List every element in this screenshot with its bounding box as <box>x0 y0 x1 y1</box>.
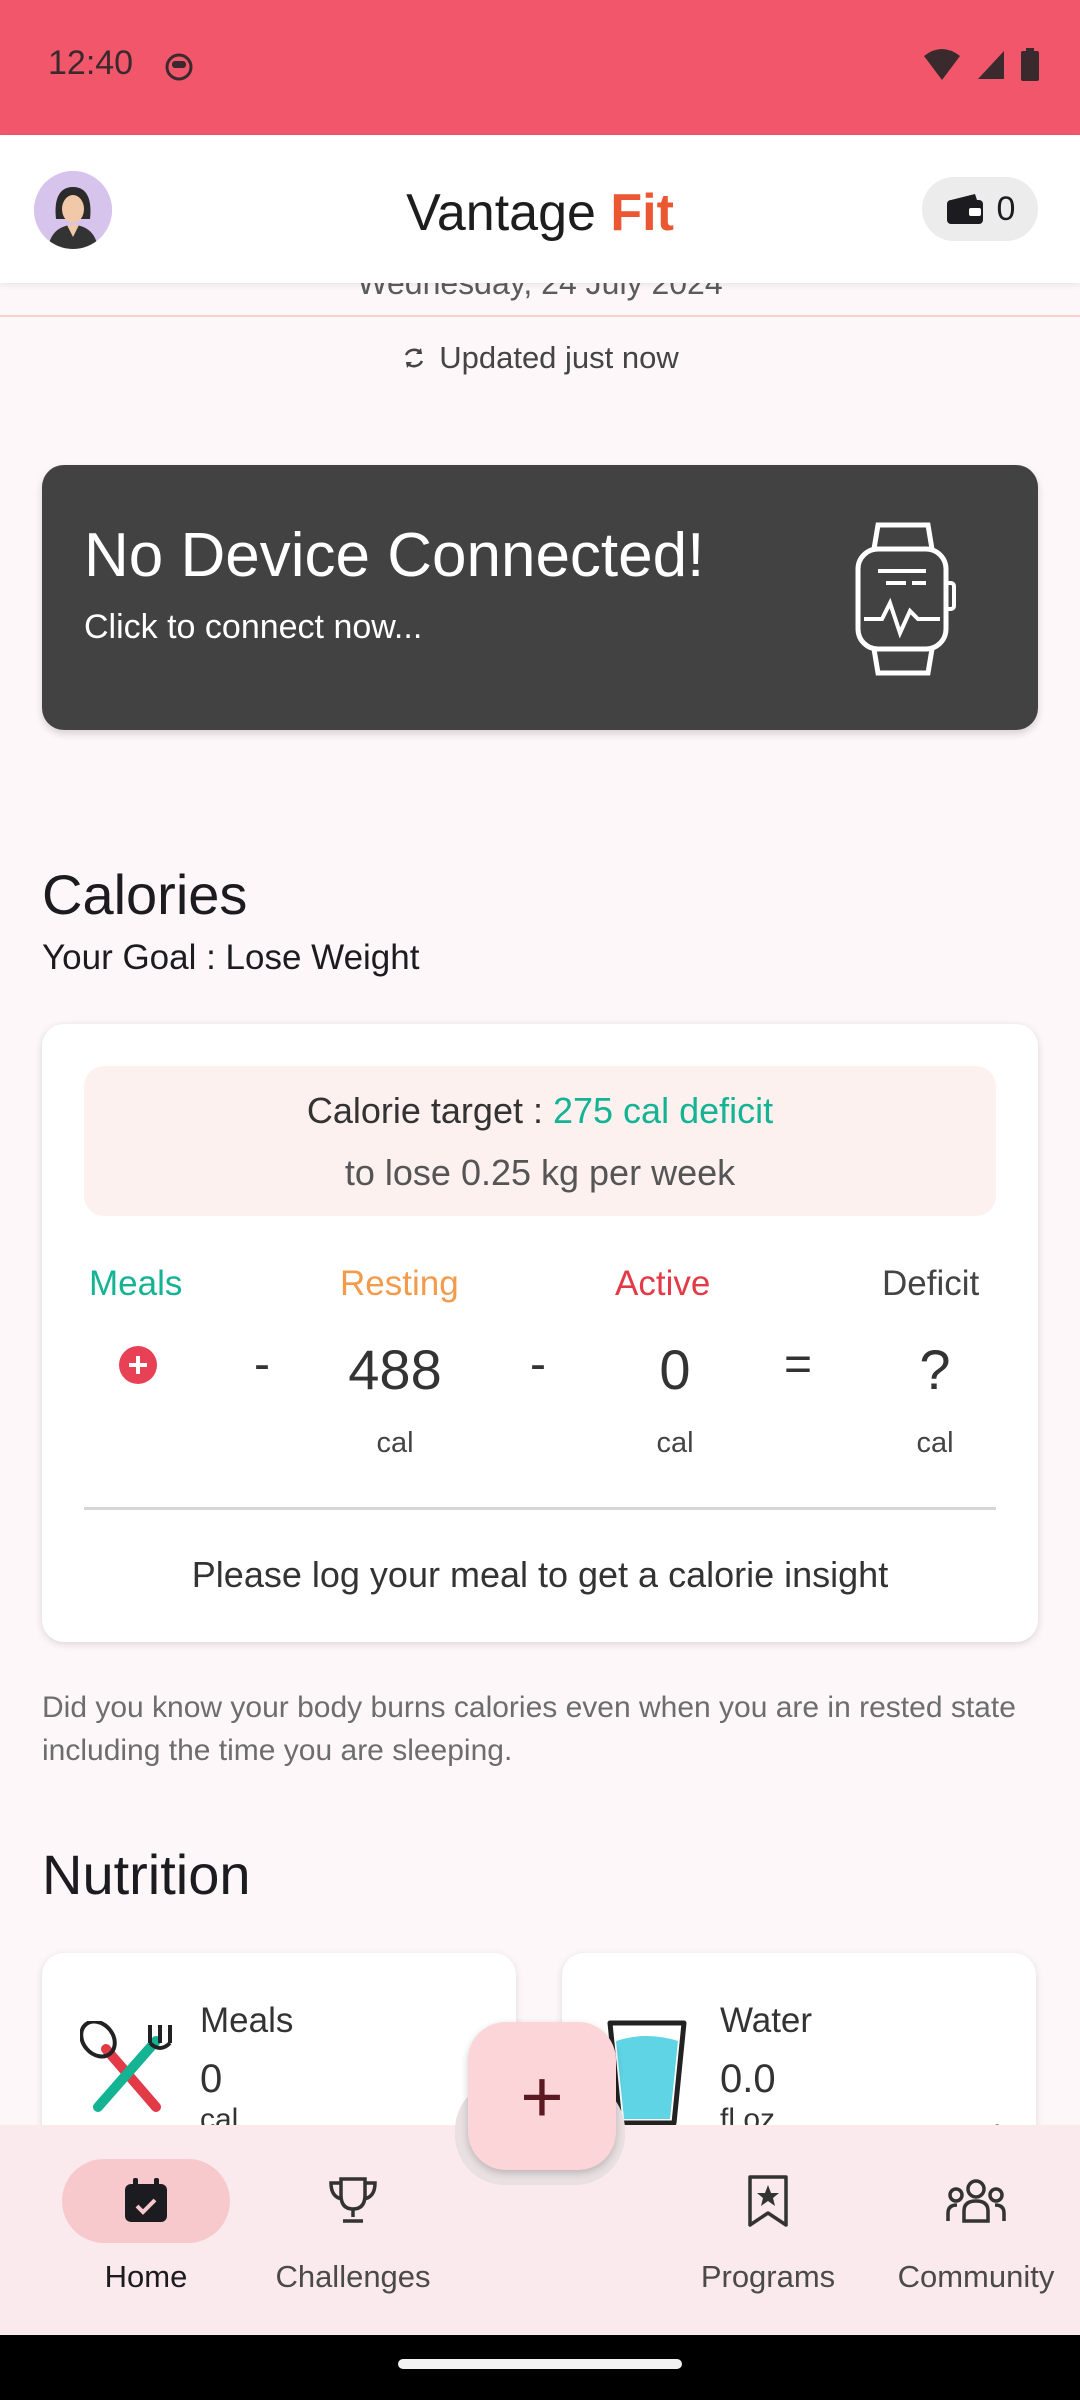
active-unit: cal <box>656 1427 694 1459</box>
water-card-value: 0.0 <box>720 2057 776 2101</box>
sync-icon <box>405 348 424 368</box>
add-meal-button[interactable] <box>118 1345 158 1390</box>
smartwatch-icon <box>855 522 956 676</box>
calorie-card[interactable]: Calorie target : 275 cal deficit to lose… <box>42 1024 1038 1642</box>
minus-operator: - <box>530 1338 546 1391</box>
deficit-unit: cal <box>916 1427 954 1459</box>
nav-challenges-indicator <box>269 2159 437 2243</box>
current-date: Wednesday, 24 July 2024 <box>357 283 723 301</box>
calorie-tip: Did you know your body burns calories ev… <box>42 1691 1016 1767</box>
calorie-target-box: Calorie target : 275 cal deficit to lose… <box>84 1066 996 1216</box>
add-circle-icon <box>119 1346 157 1384</box>
brand-accent: Fit <box>610 184 674 242</box>
nav-community-indicator <box>892 2159 1060 2243</box>
deficit-column-label: Deficit <box>882 1264 980 1303</box>
signal-icon <box>978 51 1004 79</box>
nav-community-label: Community <box>897 2259 1055 2294</box>
calorie-target-value: 275 cal deficit <box>552 1090 774 1131</box>
meals-card-label: Meals <box>200 2001 294 2040</box>
nav-challenges-label: Challenges <box>275 2259 431 2294</box>
battery-icon <box>1021 48 1039 81</box>
water-card-label: Water <box>720 2001 813 2040</box>
brand-name: Vantage <box>406 184 611 242</box>
fork-knife-icon <box>80 2021 172 2112</box>
status-time: 12:40 <box>48 44 134 82</box>
calories-title: Calories <box>42 863 248 926</box>
app-title: Vantage Fit <box>0 183 1080 243</box>
calories-goal: Your Goal : Lose Weight <box>42 938 420 977</box>
divider <box>84 1507 996 1510</box>
equals-operator: = <box>784 1338 813 1391</box>
nutrition-title: Nutrition <box>42 1843 251 1906</box>
resting-column-label: Resting <box>340 1264 459 1303</box>
nav-programs[interactable]: Programs <box>668 2125 868 2335</box>
nav-programs-label: Programs <box>700 2259 836 2294</box>
nav-home-label: Home <box>104 2259 188 2294</box>
resting-unit: cal <box>376 1427 414 1459</box>
calorie-target-subtitle: to lose 0.25 kg per week <box>344 1152 736 1193</box>
active-column-label: Active <box>615 1264 711 1303</box>
date-strip: Wednesday, 24 July 2024 <box>0 283 1080 317</box>
status-bar <box>0 0 1080 135</box>
calendar-icon <box>125 2178 167 2222</box>
calorie-insight: Please log your meal to get a calorie in… <box>191 1554 889 1595</box>
meals-column-label: Meals <box>89 1264 183 1303</box>
home-gesture-handle[interactable] <box>398 2359 682 2369</box>
app-header: Vantage Fit 0 <box>0 135 1080 283</box>
status-icons <box>922 48 1040 82</box>
nav-home[interactable]: Home <box>62 2125 230 2335</box>
device-card-subtitle: Click to connect now... <box>84 608 423 646</box>
add-fab-button[interactable]: + <box>468 2022 616 2170</box>
nav-programs-indicator <box>684 2159 852 2243</box>
active-value: 0 <box>659 1338 691 1401</box>
wallet-button[interactable]: 0 <box>922 177 1038 241</box>
deficit-value: ? <box>919 1338 951 1401</box>
calorie-target: Calorie target : 275 cal deficit <box>84 1090 996 1132</box>
bookmark-star-icon <box>748 2175 788 2227</box>
resting-value: 488 <box>348 1338 442 1401</box>
updated-text: Updated just now <box>439 340 679 375</box>
connect-device-card[interactable]: No Device Connected! Click to connect no… <box>42 465 1038 730</box>
minus-operator: - <box>254 1338 270 1391</box>
nav-community[interactable]: Community <box>880 2125 1072 2335</box>
nav-home-indicator <box>62 2159 230 2243</box>
wallet-icon <box>946 194 983 224</box>
community-icon <box>946 2179 1006 2223</box>
meals-card-value: 0 <box>200 2057 223 2101</box>
wallet-count: 0 <box>996 189 1016 228</box>
device-card-title: No Device Connected! <box>84 521 705 590</box>
nav-challenges[interactable]: Challenges <box>253 2125 453 2335</box>
calorie-target-label: Calorie target : <box>306 1090 553 1131</box>
notification-icon <box>165 53 193 81</box>
wifi-icon <box>924 49 960 80</box>
trophy-icon <box>329 2177 377 2223</box>
sync-status[interactable]: Updated just now <box>0 340 1080 376</box>
